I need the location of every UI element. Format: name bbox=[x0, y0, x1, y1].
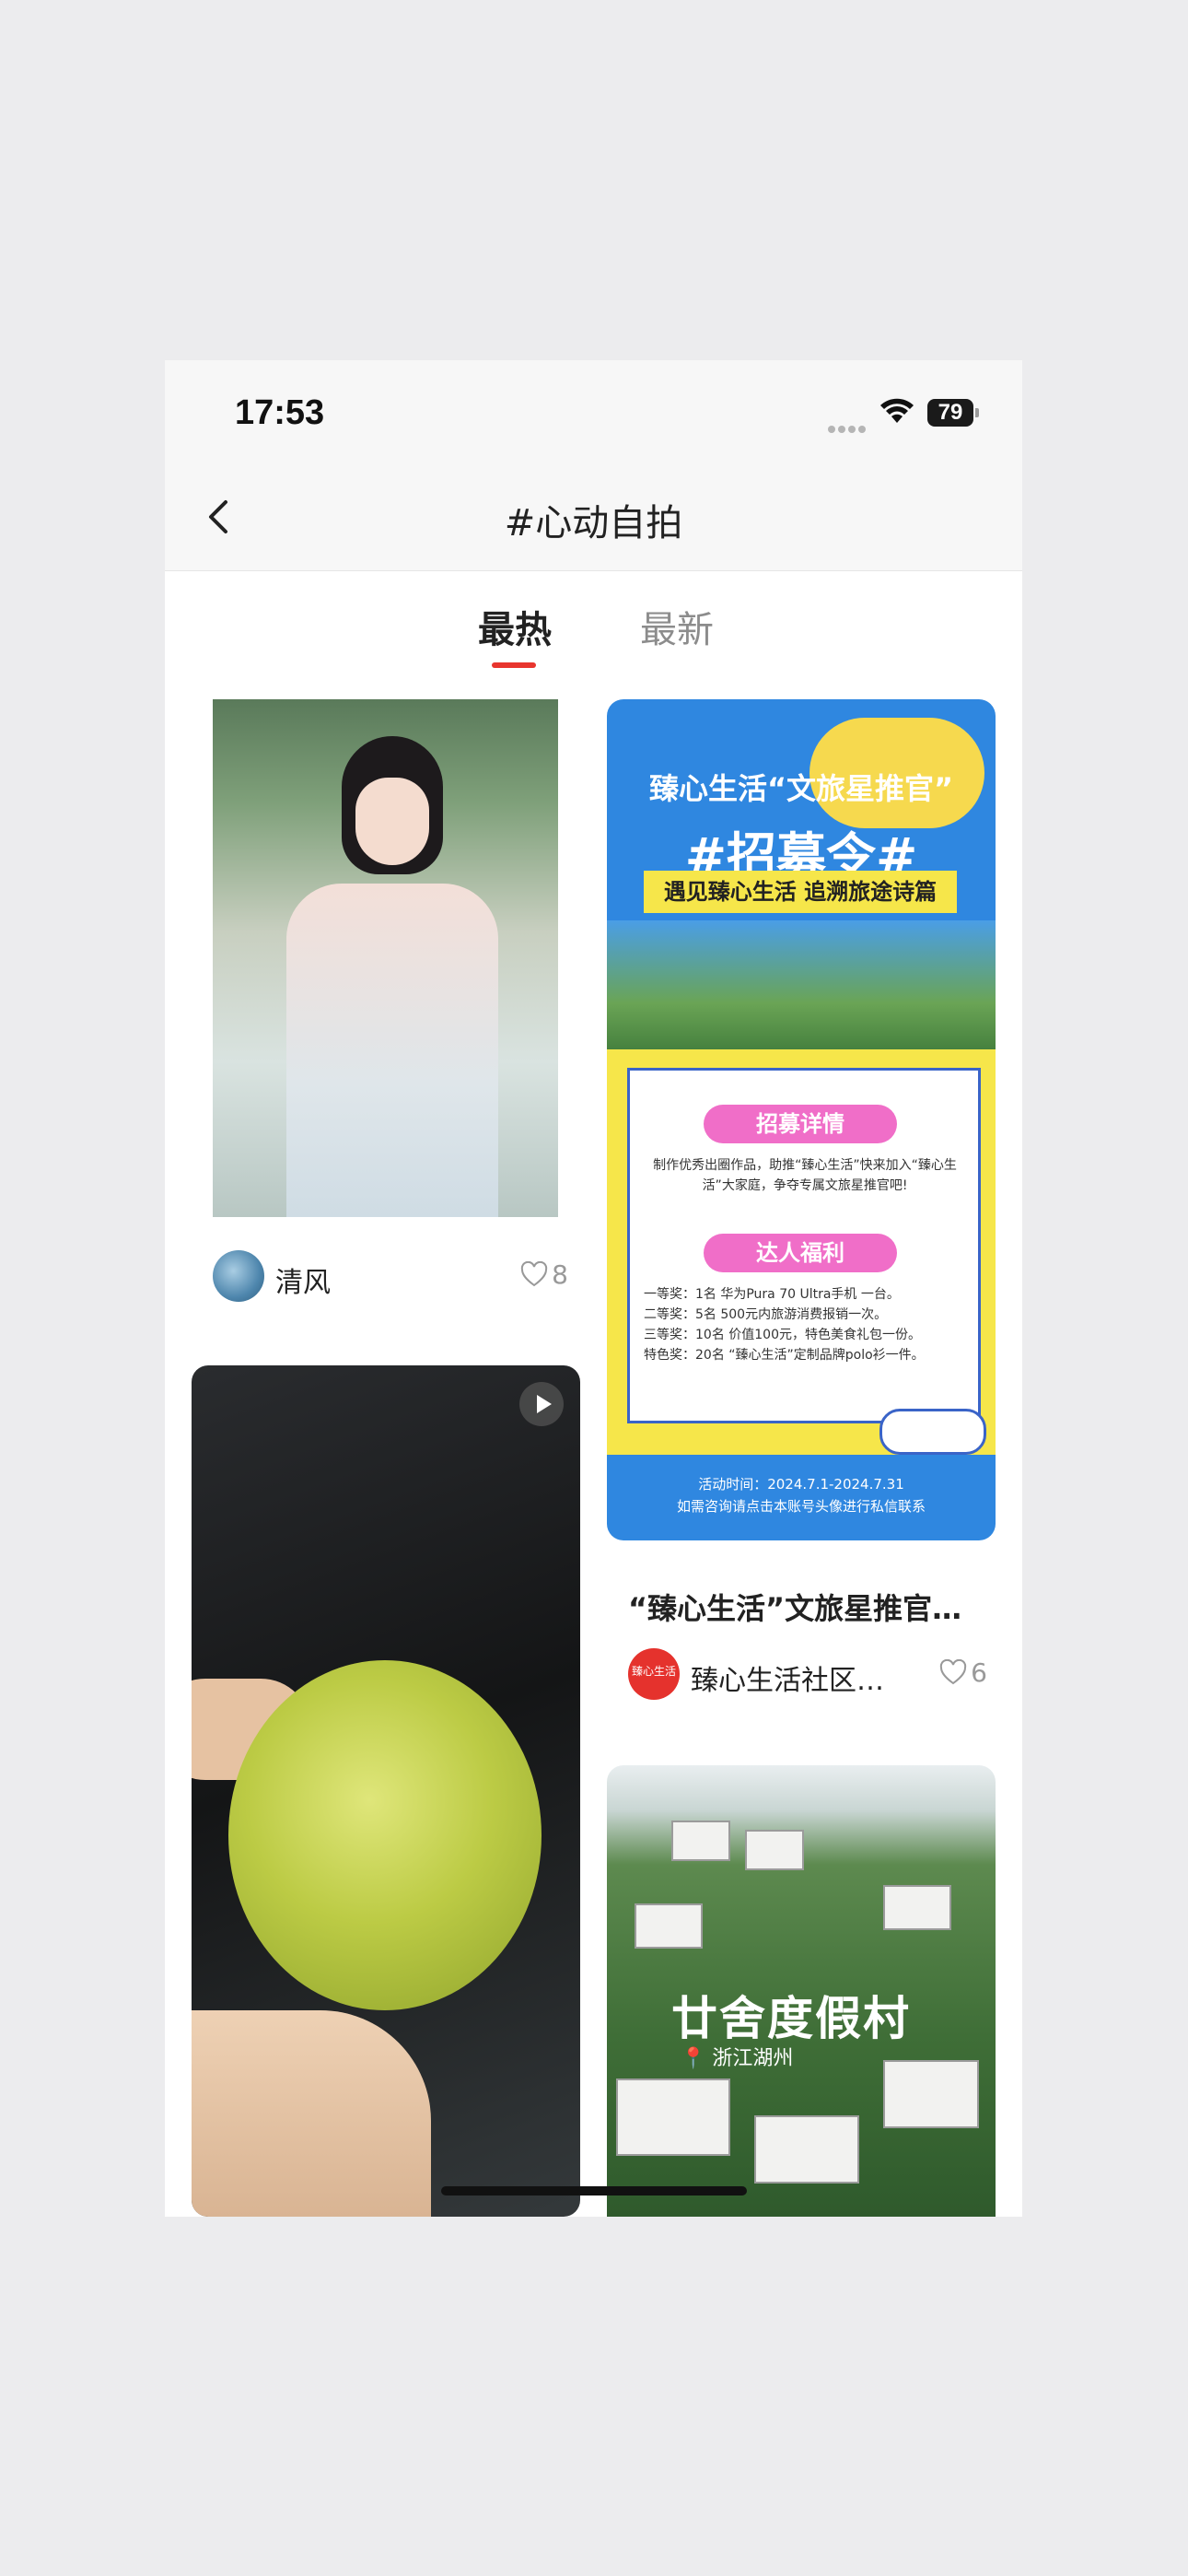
tab-hot[interactable]: 最热 bbox=[478, 600, 552, 653]
photo-building bbox=[754, 2115, 859, 2184]
photo-building bbox=[883, 2060, 979, 2128]
like-count: 8 bbox=[552, 1259, 568, 1290]
photo-building bbox=[616, 2078, 730, 2156]
poster-recruit-text: 制作优秀出圈作品，助推“臻心生活”快来加入“臻心生活”大家庭，争夺专属文旅星推官… bbox=[653, 1158, 957, 1193]
status-time: 17:53 bbox=[235, 393, 325, 432]
airplane-illustration bbox=[879, 1409, 986, 1455]
like-button[interactable]: 8 bbox=[520, 1259, 568, 1290]
like-count: 6 bbox=[971, 1657, 987, 1688]
avatar[interactable]: 臻心生活 bbox=[628, 1648, 680, 1700]
post-image-selfie[interactable] bbox=[213, 699, 558, 1217]
photo-building bbox=[671, 1821, 730, 1861]
status-bar: 17:53 79 bbox=[165, 360, 1022, 462]
resort-location: 📍 浙江湖州 bbox=[681, 2047, 794, 2070]
poster-section-recruit: 招募详情 bbox=[704, 1105, 897, 1143]
post-image-poster[interactable]: 臻心生活“文旅星推官” #招募令# 遇见臻心生活 追溯旅途诗篇 招募详情 制作优… bbox=[607, 699, 996, 1540]
avatar[interactable] bbox=[213, 1250, 264, 1302]
post-title[interactable]: “臻心生活”文旅星推官… bbox=[628, 1586, 987, 1628]
prize-line: 一等奖：1名 华为Pura 70 Ultra手机 一台。 bbox=[644, 1287, 900, 1302]
photo-figure-face bbox=[355, 778, 429, 865]
poster-prizes: 一等奖：1名 华为Pura 70 Ultra手机 一台。 二等奖：5名 500元… bbox=[644, 1284, 966, 1365]
cellular-signal-icon bbox=[828, 419, 868, 433]
avatar-logo-text: 臻心生活 bbox=[631, 1665, 676, 1678]
author-name[interactable]: 臻心生活社区… bbox=[691, 1657, 884, 1698]
tab-new[interactable]: 最新 bbox=[640, 600, 714, 653]
nav-bar: #心动自拍 bbox=[165, 462, 1022, 571]
resort-location-text: 浙江湖州 bbox=[712, 2047, 794, 2070]
post-video-thumbnail[interactable] bbox=[192, 1365, 580, 2217]
page-title: #心动自拍 bbox=[504, 502, 683, 544]
post-meta: 清风 8 bbox=[213, 1250, 568, 1306]
wifi-icon bbox=[880, 398, 914, 423]
poster-headline: 臻心生活“文旅星推官” bbox=[648, 771, 954, 806]
active-tab-indicator bbox=[492, 662, 536, 668]
phone-screen: 17:53 79 #心动自拍 最热 最新 清风 8 臻心生活“文旅星推官” #招… bbox=[165, 360, 1022, 2217]
like-button[interactable]: 6 bbox=[939, 1657, 987, 1688]
post-meta: 臻心生活 臻心生活社区… 6 bbox=[628, 1648, 987, 1704]
home-indicator[interactable] bbox=[441, 2186, 747, 2195]
post-image-resort[interactable]: 廿舍度假村 📍 浙江湖州 bbox=[607, 1765, 996, 2217]
photo-fruit bbox=[228, 1660, 542, 2010]
prize-line: 二等奖：5名 500元内旅游消费报销一次。 bbox=[644, 1307, 888, 1322]
heart-icon bbox=[940, 1658, 967, 1685]
photo-building bbox=[745, 1830, 804, 1870]
photo-building bbox=[635, 1903, 703, 1949]
photo-figure-dress bbox=[286, 884, 498, 1217]
poster-footer: 活动时间：2024.7.1-2024.7.31 如需咨询请点击本账号头像进行私信… bbox=[607, 1473, 996, 1517]
play-icon[interactable] bbox=[519, 1382, 564, 1426]
photo-building bbox=[883, 1885, 951, 1930]
poster-footer-contact: 如需咨询请点击本账号头像进行私信联系 bbox=[676, 1498, 926, 1515]
author-name[interactable]: 清风 bbox=[275, 1259, 331, 1300]
resort-title: 廿舍度假村 bbox=[671, 1992, 911, 2045]
tab-bar: 最热 最新 bbox=[165, 600, 1022, 673]
poster-section-benefits: 达人福利 bbox=[704, 1234, 897, 1272]
prize-line: 特色奖：20名 “臻心生活”定制品牌polo衫一件。 bbox=[644, 1348, 925, 1363]
poster-band: 遇见臻心生活 追溯旅途诗篇 bbox=[644, 871, 957, 913]
heart-icon bbox=[521, 1260, 548, 1287]
photo-hand bbox=[192, 2010, 431, 2217]
poster-footer-date: 活动时间：2024.7.1-2024.7.31 bbox=[698, 1476, 904, 1493]
poster-illustration bbox=[607, 920, 996, 1059]
prize-line: 三等奖：10名 价值100元，特色美食礼包一份。 bbox=[644, 1328, 921, 1342]
battery-indicator: 79 bbox=[927, 399, 979, 427]
